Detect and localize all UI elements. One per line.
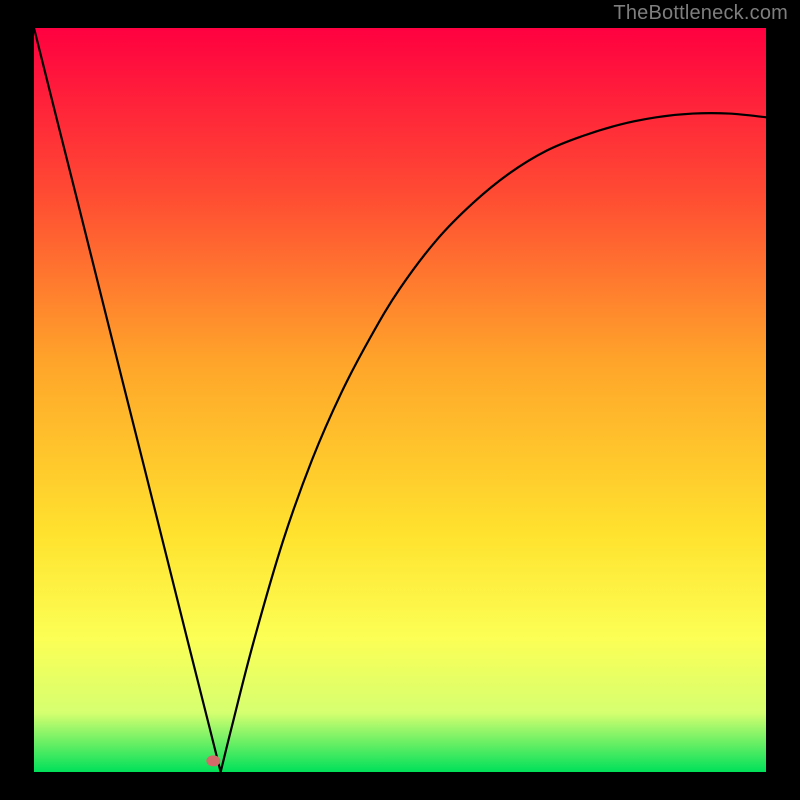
- chart-frame: TheBottleneck.com: [0, 0, 800, 800]
- optimum-marker: [206, 755, 220, 766]
- bottleneck-chart: [34, 28, 766, 772]
- gradient-background: [34, 28, 766, 772]
- watermark-text: TheBottleneck.com: [613, 2, 788, 25]
